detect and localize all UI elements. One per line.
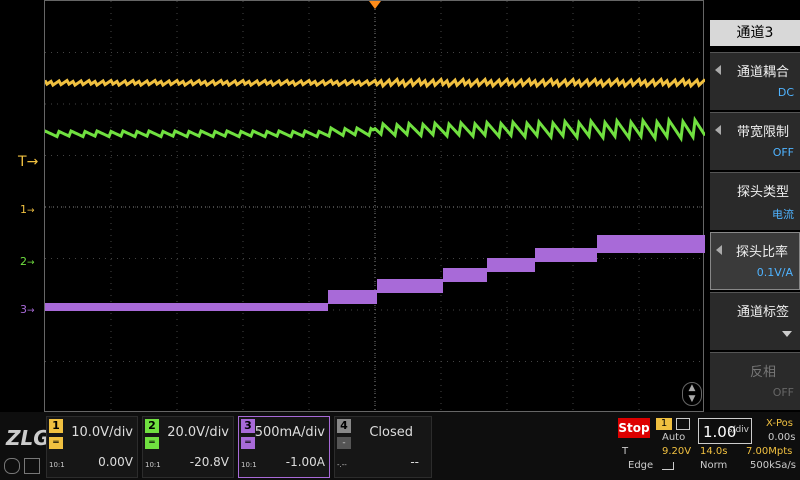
ch3-step — [597, 235, 705, 253]
timebase-unit: s/div — [727, 425, 749, 435]
trigger-level-label: T — [18, 154, 27, 170]
channel-3-offset: -1.00A — [285, 455, 325, 469]
arrow-right-icon: → — [27, 258, 35, 268]
trigger-position-marker — [369, 1, 381, 9]
channel-4-probe: -.-- — [337, 461, 347, 469]
menu-item-value: 电流 — [772, 208, 794, 221]
waveform-canvas — [45, 1, 705, 413]
ch3-step — [443, 268, 487, 282]
ch1-marker-label: 1 — [20, 203, 27, 216]
trigger-edge-icon — [676, 418, 690, 430]
menu-item-label: 探头比率 — [735, 245, 788, 260]
dc-coupling-icon: ═ — [49, 437, 63, 449]
waveform-display[interactable] — [44, 0, 705, 413]
acquisition-duration: 14.0s — [700, 446, 728, 457]
menu-item-value: 0.1V/A — [756, 266, 793, 279]
arrow-right-icon: → — [27, 306, 35, 316]
channel-3-probe: 10:1 — [241, 461, 257, 469]
channel-menu: 通道3 通道耦合 DC 带宽限制 OFF 探头类型 电流 探头比率 0.1V/A… — [708, 18, 800, 412]
channel-2-probe: 10:1 — [145, 461, 161, 469]
menu-scroll-button[interactable]: ▲ ▼ — [682, 382, 702, 406]
status-bar: ZLG 1 ═ 10:1 10.0V/div 0.00V 2 ═ 10:1 20… — [0, 412, 800, 480]
channel-4-scale: Closed — [369, 425, 413, 440]
menu-channel-coupling[interactable]: 通道耦合 DC — [710, 52, 800, 110]
trigger-rising-icon — [662, 462, 674, 470]
memory-depth: 7.00Mpts — [746, 446, 793, 457]
ch2-offset-marker[interactable]: 2→ — [20, 256, 35, 269]
menu-item-value: OFF — [772, 386, 794, 399]
channel-2-number: 2 — [145, 419, 159, 433]
acquisition-mode: Norm — [700, 460, 728, 471]
trigger-label: T — [622, 446, 629, 457]
brand-logo: ZLG — [6, 426, 50, 450]
triangle-down-icon — [782, 331, 792, 337]
menu-item-label: 反相 — [749, 365, 776, 380]
ch3-step — [45, 303, 328, 311]
chevron-down-icon: ▼ — [688, 394, 696, 404]
channel-1-scale: 10.0V/div — [71, 425, 133, 440]
dc-coupling-icon: ═ — [145, 437, 159, 449]
ch3-offset-marker[interactable]: 3→ — [20, 304, 35, 317]
channel-1-number: 1 — [49, 419, 63, 433]
channel-1-offset: 0.00V — [98, 455, 133, 469]
run-stop-indicator[interactable]: Stop — [618, 418, 650, 438]
menu-channel-label[interactable]: 通道标签 — [710, 292, 800, 350]
channel-2-offset: -20.8V — [189, 455, 229, 469]
xpos-label: X-Pos — [766, 418, 793, 429]
channel-2-box[interactable]: 2 ═ 10:1 20.0V/div -20.8V — [142, 416, 234, 478]
ch1-trace — [45, 76, 705, 89]
menu-probe-type[interactable]: 探头类型 电流 — [710, 172, 800, 230]
sample-rate: 500kSa/s — [750, 460, 796, 471]
menu-item-value: OFF — [772, 146, 794, 159]
ch3-marker-label: 3 — [20, 303, 27, 316]
ch3-step — [487, 258, 535, 272]
menu-item-value: DC — [777, 86, 794, 99]
menu-title: 通道3 — [710, 20, 800, 46]
screenshot-icon[interactable] — [4, 458, 20, 474]
channel-4-offset: -- — [410, 455, 419, 469]
channel-3-box[interactable]: 3 ═ 10:1 500mA/div -1.00A — [238, 416, 330, 478]
menu-bandwidth-limit[interactable]: 带宽限制 OFF — [710, 112, 800, 170]
arrow-right-icon: → — [26, 154, 39, 170]
coupling-icon: - — [337, 437, 351, 449]
channel-4-number: 4 — [337, 419, 351, 433]
channel-3-number: 3 — [241, 419, 255, 433]
menu-item-label: 带宽限制 — [736, 125, 789, 140]
ch3-step — [377, 279, 443, 293]
xpos-value: 0.00s — [768, 432, 796, 443]
menu-item-label: 通道耦合 — [736, 65, 789, 80]
ch3-step — [328, 290, 377, 304]
menu-invert[interactable]: 反相 OFF — [710, 352, 800, 410]
triangle-left-icon — [715, 125, 721, 135]
ch1-offset-marker[interactable]: 1→ — [20, 204, 35, 217]
ch2-marker-label: 2 — [20, 255, 27, 268]
channel-1-probe: 10:1 — [49, 461, 65, 469]
arrow-right-icon: → — [27, 206, 35, 216]
trigger-type: Edge — [628, 460, 654, 471]
trigger-mode: Auto — [662, 432, 686, 443]
triangle-left-icon — [715, 65, 721, 75]
ch3-step — [535, 248, 597, 262]
save-icon[interactable] — [24, 458, 40, 474]
timebase-box[interactable]: 1.00 s/div — [698, 418, 752, 444]
menu-item-label: 探头类型 — [736, 185, 789, 200]
trigger-level: 9.20V — [662, 446, 692, 457]
chevron-up-icon: ▲ — [688, 383, 696, 393]
channel-2-scale: 20.0V/div — [167, 425, 229, 440]
channel-1-box[interactable]: 1 ═ 10:1 10.0V/div 0.00V — [46, 416, 138, 478]
menu-probe-ratio[interactable]: 探头比率 0.1V/A — [710, 232, 800, 290]
channel-3-scale: 500mA/div — [254, 425, 325, 440]
triangle-left-icon — [716, 245, 722, 255]
ch2-trace — [45, 115, 705, 143]
trigger-source-badge[interactable]: 1 — [656, 418, 672, 430]
dc-coupling-icon: ═ — [241, 437, 255, 449]
channel-4-box[interactable]: 4 - -.-- Closed -- — [334, 416, 432, 478]
trigger-level-marker[interactable]: T→ — [18, 154, 39, 170]
menu-item-label: 通道标签 — [736, 305, 789, 320]
